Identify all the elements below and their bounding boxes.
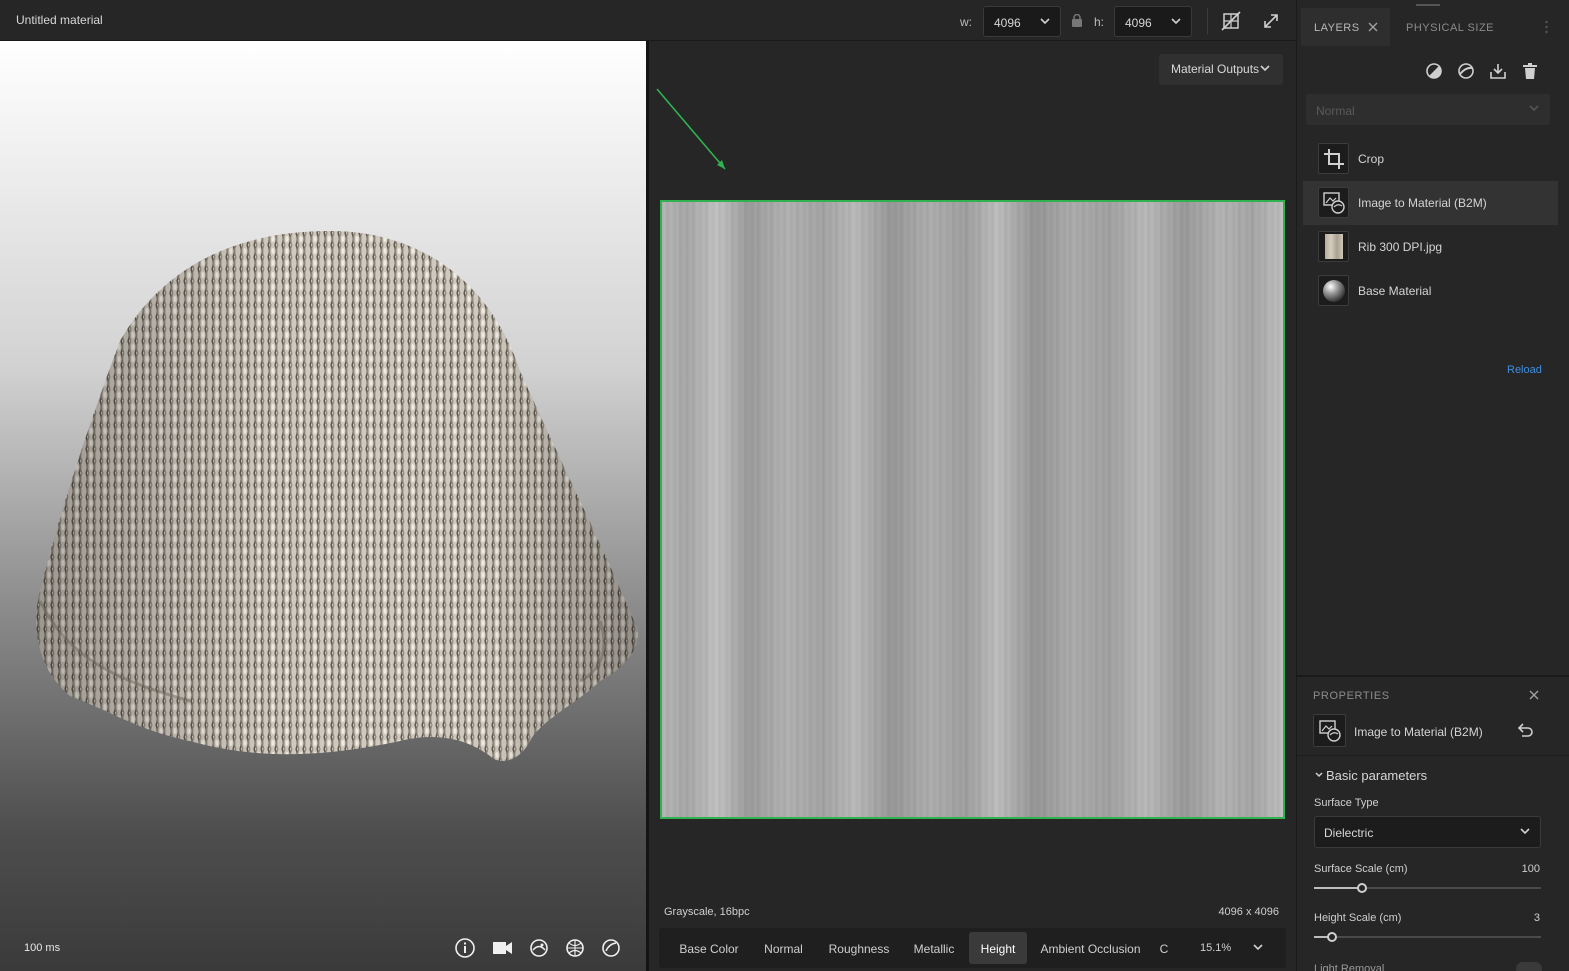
blend-mode-dropdown[interactable]: Normal <box>1306 94 1550 125</box>
height-label: h: <box>1094 15 1105 29</box>
width-dropdown[interactable]: 4096 <box>983 6 1061 37</box>
filter-layer-icon[interactable] <box>1425 62 1443 80</box>
rib-texture-swatch <box>1324 234 1343 259</box>
tab-roughness[interactable]: Roughness <box>826 932 892 964</box>
crop-icon <box>1318 143 1349 174</box>
sphere-icon <box>1318 275 1349 306</box>
layer-label: Base Material <box>1358 284 1432 298</box>
slider-handle[interactable] <box>1356 883 1367 893</box>
texture-format-info: Grayscale, 16bpc <box>664 906 750 918</box>
camera-icon[interactable] <box>491 937 513 959</box>
tiling-off-icon[interactable] <box>1221 11 1241 31</box>
material-outputs-dropdown[interactable]: Material Outputs <box>1159 54 1283 85</box>
surface-scale-slider[interactable] <box>1314 883 1541 893</box>
chevron-down-icon <box>1315 772 1323 778</box>
fill-layer-icon[interactable] <box>1457 62 1475 80</box>
tab-height[interactable]: Height <box>969 932 1027 964</box>
light-removal-toggle[interactable] <box>1516 962 1542 971</box>
draped-cloth-preview <box>36 231 639 761</box>
properties-layer-name: Image to Material (B2M) <box>1354 725 1483 739</box>
light-removal-label: Light Removal <box>1314 963 1385 971</box>
image-thumbnail <box>1318 231 1349 262</box>
import-icon[interactable] <box>1489 62 1507 80</box>
tab-metallic[interactable]: Metallic <box>907 932 961 964</box>
height-value: 4096 <box>1125 16 1152 30</box>
chevron-down-icon <box>1171 18 1181 25</box>
close-icon[interactable] <box>1368 22 1378 32</box>
properties-title: PROPERTIES <box>1313 690 1390 702</box>
layer-item-rib-image[interactable]: Rib 300 DPI.jpg <box>1303 225 1558 269</box>
panel-splitter[interactable] <box>1297 675 1569 677</box>
layer-item-image-to-material[interactable]: Image to Material (B2M) <box>1303 181 1558 225</box>
properties-divider <box>1297 755 1569 756</box>
layer-label: Crop <box>1358 152 1385 166</box>
slider-fill <box>1314 887 1362 889</box>
tab-normal[interactable]: Normal <box>756 932 811 964</box>
chevron-down-icon <box>1040 18 1050 25</box>
toolbar-divider <box>1207 8 1208 34</box>
surface-type-value: Dielectric <box>1324 826 1374 840</box>
layer-label: Image to Material (B2M) <box>1358 196 1487 210</box>
zoom-level[interactable]: 15.1% <box>1200 942 1231 954</box>
tab-ambient-occlusion[interactable]: Ambient Occlusion <box>1039 932 1142 964</box>
slider-handle[interactable] <box>1327 932 1338 942</box>
height-scale-value[interactable]: 3 <box>1534 912 1540 924</box>
surface-scale-value[interactable]: 100 <box>1522 863 1540 875</box>
chevron-down-icon <box>1520 828 1530 835</box>
tab-physical-size[interactable]: PHYSICAL SIZE <box>1406 22 1494 34</box>
annotation-arrow <box>656 88 726 170</box>
chevron-down-icon[interactable] <box>1252 941 1264 953</box>
height-scale-label: Height Scale (cm) <box>1314 912 1402 924</box>
width-label: w: <box>960 15 972 29</box>
right-panel: LAYERS PHYSICAL SIZE Normal Crop Image t… <box>1296 0 1569 971</box>
panel-grip[interactable] <box>1416 4 1440 6</box>
image-to-material-icon <box>1318 187 1349 218</box>
mesh-icon[interactable] <box>564 937 586 959</box>
blend-mode-value: Normal <box>1316 104 1355 118</box>
material-sphere-icon[interactable] <box>600 937 622 959</box>
close-icon[interactable] <box>1529 690 1539 700</box>
reload-link[interactable]: Reload <box>1507 364 1542 376</box>
chevron-down-icon <box>1529 105 1539 112</box>
lock-icon[interactable] <box>1071 14 1083 27</box>
chevron-down-icon <box>1260 65 1270 72</box>
tab-base-color[interactable]: Base Color <box>675 932 743 964</box>
more-options-icon[interactable] <box>1545 20 1548 34</box>
channel-tab-bar: Base Color Normal Roughness Metallic Hei… <box>659 928 1286 968</box>
surface-scale-label: Surface Scale (cm) <box>1314 863 1408 875</box>
layer-label: Rib 300 DPI.jpg <box>1358 240 1443 254</box>
2d-texture-view[interactable]: Material Outputs Grayscale, 16bpc 4096 x… <box>649 41 1296 971</box>
height-map-texture[interactable] <box>660 200 1285 819</box>
environment-icon[interactable] <box>528 937 550 959</box>
tab-overflow-c[interactable]: C <box>1154 932 1174 964</box>
texture-resolution-info: 4096 x 4096 <box>1218 906 1279 918</box>
render-time: 100 ms <box>24 942 61 954</box>
height-scale-slider[interactable] <box>1314 932 1541 942</box>
top-toolbar: Untitled material w: 4096 h: 4096 <box>0 0 1296 41</box>
app-window: Untitled material w: 4096 h: 4096 100 ms… <box>0 0 1569 971</box>
surface-type-label: Surface Type <box>1314 797 1379 809</box>
image-to-material-icon <box>1313 714 1346 747</box>
reset-icon[interactable] <box>1516 722 1534 738</box>
layer-item-base-material[interactable]: Base Material <box>1303 269 1558 313</box>
basic-parameters-section[interactable]: Basic parameters <box>1314 768 1427 783</box>
material-outputs-label: Material Outputs <box>1171 62 1260 76</box>
width-value: 4096 <box>994 16 1021 30</box>
info-icon[interactable] <box>454 937 476 959</box>
section-label: Basic parameters <box>1326 768 1428 783</box>
trash-icon[interactable] <box>1521 62 1539 80</box>
tab-layers[interactable]: LAYERS <box>1314 22 1360 34</box>
layer-item-crop[interactable]: Crop <box>1303 137 1558 181</box>
3d-viewport[interactable]: 100 ms <box>0 41 646 971</box>
document-title: Untitled material <box>16 13 103 27</box>
height-dropdown[interactable]: 4096 <box>1114 6 1192 37</box>
surface-type-dropdown[interactable]: Dielectric <box>1314 816 1541 848</box>
expand-icon[interactable] <box>1261 11 1281 31</box>
